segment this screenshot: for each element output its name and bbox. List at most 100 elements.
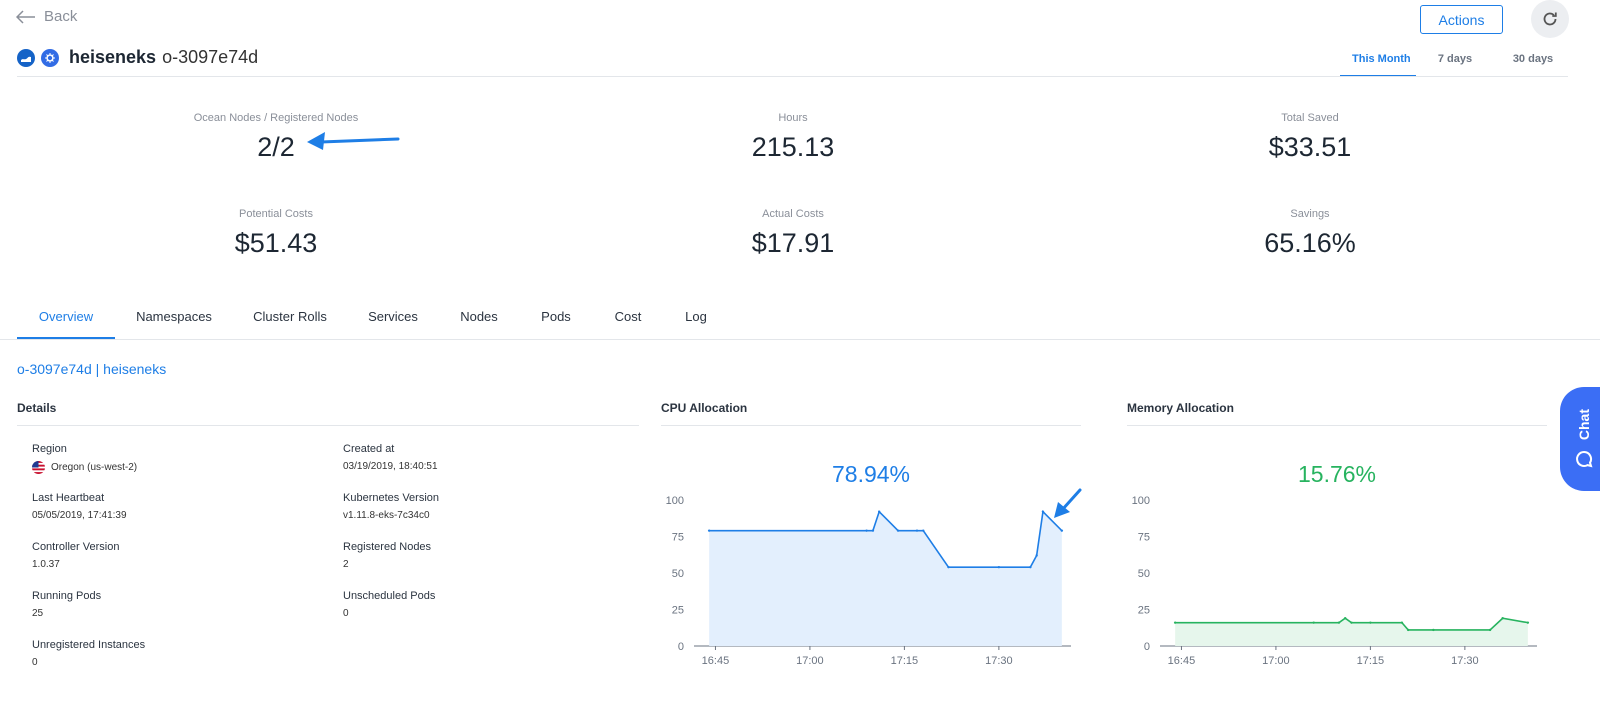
stat-potential-costs: Potential Costs $51.43 — [126, 208, 426, 259]
x-tick-label: 16:45 — [702, 655, 730, 667]
arrow-left-icon — [16, 9, 35, 24]
detail-value: 0 — [343, 608, 349, 619]
stat-label: Ocean Nodes / Registered Nodes — [193, 112, 359, 124]
tab-services[interactable]: Services — [347, 297, 439, 339]
us-flag-icon — [32, 461, 45, 474]
x-tick-label: 16:45 — [1168, 655, 1196, 667]
stat-label: Actual Costs — [762, 208, 824, 220]
x-tick-label: 17:00 — [1262, 655, 1290, 667]
y-tick-label: 50 — [1138, 568, 1150, 580]
cluster-id: o-3097e74d — [162, 47, 259, 67]
stat-value: $51.43 — [234, 228, 318, 258]
tab-pods[interactable]: Pods — [519, 297, 593, 339]
actions-button[interactable]: Actions — [1420, 5, 1503, 34]
detail-unregistered-instances: Unregistered Instances 0 — [32, 639, 145, 668]
detail-last-heartbeat: Last Heartbeat 05/05/2019, 17:41:39 — [32, 492, 127, 521]
tabs-divider — [0, 339, 1600, 340]
cpu-title: CPU Allocation — [661, 401, 748, 415]
data-point — [1432, 628, 1435, 632]
y-tick-label: 50 — [672, 568, 684, 580]
back-link[interactable]: Back — [16, 8, 77, 25]
cluster-name: heiseneks — [69, 47, 157, 67]
tab-cluster-rolls[interactable]: Cluster Rolls — [233, 297, 347, 339]
tab-nodes[interactable]: Nodes — [439, 297, 519, 339]
detail-kubernetes-version: Kubernetes Version v1.11.8-eks-7c34c0 — [343, 492, 439, 521]
back-label: Back — [44, 8, 78, 25]
kubernetes-logo-icon — [41, 48, 59, 67]
stat-value: 215.13 — [751, 132, 835, 162]
y-tick-label: 75 — [1138, 532, 1150, 544]
x-tick-label: 17:15 — [1357, 655, 1385, 667]
tab-cost[interactable]: Cost — [593, 297, 663, 339]
refresh-icon — [1543, 12, 1557, 26]
detail-label: Running Pods — [32, 590, 102, 602]
detail-region: Region Oregon (us-west-2) — [32, 443, 137, 474]
annotation-arrow-icon — [307, 132, 400, 150]
detail-value: 05/05/2019, 17:41:39 — [32, 510, 127, 521]
data-point — [922, 529, 925, 532]
detail-value: 25 — [32, 608, 44, 619]
detail-running-pods: Running Pods 25 — [32, 590, 101, 619]
detail-value: 0 — [32, 657, 38, 668]
data-point — [1406, 628, 1410, 632]
data-point — [865, 529, 868, 532]
stat-label: Potential Costs — [239, 208, 313, 220]
stat-label: Hours — [778, 112, 808, 124]
data-point — [1312, 621, 1315, 624]
data-point — [896, 529, 900, 532]
data-point — [871, 529, 875, 532]
detail-label: Region — [32, 443, 67, 455]
detail-label: Kubernetes Version — [343, 492, 440, 504]
y-tick-label: 75 — [672, 532, 684, 544]
detail-value: v1.11.8-eks-7c34c0 — [343, 510, 430, 521]
memory-percent: 15.76% — [1297, 461, 1376, 487]
stat-label: Savings — [1290, 208, 1330, 220]
cpu-divider — [661, 425, 1081, 426]
tab-log[interactable]: Log — [663, 297, 729, 339]
chat-button[interactable]: Chat — [1560, 387, 1600, 491]
range-tab-30-days[interactable]: 30 days — [1494, 45, 1572, 77]
stat-hours: Hours 215.13 — [643, 112, 943, 163]
y-tick-label: 25 — [1138, 605, 1150, 617]
tab-overview[interactable]: Overview — [17, 297, 115, 339]
header-divider — [17, 76, 1568, 77]
detail-label: Last Heartbeat — [32, 492, 105, 504]
date-range-tabs: This Month 7 days 30 days — [1340, 45, 1572, 77]
stat-value: $17.91 — [751, 228, 835, 258]
detail-value: 03/19/2019, 18:40:51 — [343, 461, 438, 472]
detail-label: Unscheduled Pods — [343, 590, 436, 602]
detail-value: Oregon (us-west-2) — [51, 462, 138, 473]
x-tick-label: 17:00 — [796, 655, 824, 667]
detail-controller-version: Controller Version 1.0.37 — [32, 541, 119, 570]
data-point — [915, 529, 919, 532]
data-point — [997, 565, 1001, 569]
detail-registered-nodes: Registered Nodes 2 — [343, 541, 431, 570]
breadcrumb[interactable]: o-3097e74d | heiseneks — [17, 361, 166, 377]
memory-divider — [1127, 425, 1547, 426]
series-area — [709, 511, 1062, 646]
data-point — [1041, 510, 1045, 513]
data-point — [1060, 529, 1064, 532]
range-tab-7-days[interactable]: 7 days — [1416, 45, 1494, 77]
refresh-button[interactable] — [1531, 0, 1569, 38]
x-tick-label: 17:15 — [891, 655, 919, 667]
cluster-title: heiseneks o-3097e74d — [17, 47, 258, 68]
range-tab-this-month[interactable]: This Month — [1340, 45, 1416, 77]
memory-allocation-chart: 0 25 50 75 100 16:45 17:00 17:15 17:30 — [1132, 495, 1537, 667]
stat-total-saved: Total Saved $33.51 — [1160, 112, 1460, 163]
data-point — [878, 510, 881, 513]
data-point — [1350, 621, 1353, 624]
stat-value: $33.51 — [1268, 132, 1352, 162]
stat-label: Total Saved — [1281, 112, 1339, 124]
stat-actual-costs: Actual Costs $17.91 — [643, 208, 943, 259]
data-point — [1501, 617, 1504, 620]
data-point — [1369, 621, 1372, 624]
detail-value: 1.0.37 — [32, 559, 60, 570]
details-divider — [17, 425, 639, 426]
chat-label: Chat — [1576, 409, 1592, 441]
details-title: Details — [17, 401, 57, 415]
tab-namespaces[interactable]: Namespaces — [115, 297, 233, 339]
data-point — [707, 529, 711, 532]
data-point — [1526, 621, 1530, 624]
y-tick-label: 0 — [678, 641, 684, 653]
